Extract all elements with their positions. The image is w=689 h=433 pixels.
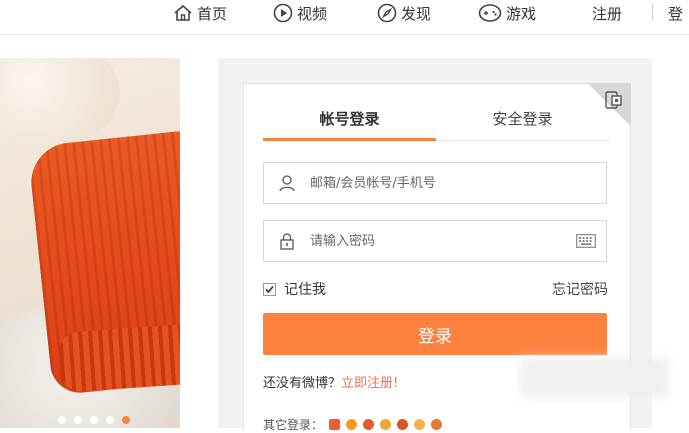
blurred-overlay	[520, 358, 670, 398]
carousel-dots	[58, 416, 130, 424]
nav-video[interactable]: 视频	[273, 0, 327, 26]
carousel-dot-active[interactable]	[122, 416, 130, 424]
nav-register[interactable]: 注册	[592, 0, 622, 26]
nav-video-label: 视频	[297, 4, 328, 23]
forgot-password-link[interactable]: 忘记密码	[552, 279, 608, 299]
social-login-icon[interactable]	[329, 419, 341, 430]
no-account-text: 还没有微博？	[263, 376, 342, 391]
social-login-icon[interactable]	[380, 419, 392, 430]
nav-games-label: 游戏	[506, 4, 537, 23]
nav-register-label: 注册	[592, 4, 623, 23]
social-login-icon[interactable]	[431, 419, 443, 430]
remember-checkbox[interactable]	[263, 282, 276, 296]
remember-me[interactable]: 记住我	[263, 279, 326, 299]
username-field[interactable]	[263, 162, 607, 204]
social-login-icon[interactable]	[346, 419, 358, 430]
home-icon	[174, 4, 192, 21]
username-input[interactable]	[310, 163, 570, 203]
password-field[interactable]	[263, 220, 607, 262]
nav-discover-label: 发现	[401, 4, 432, 23]
fabric-decoration	[0, 58, 120, 148]
tab-secure-login[interactable]: 安全登录	[436, 104, 609, 141]
carousel-dot[interactable]	[74, 416, 82, 424]
top-navigation: 首页 视频 发现 游戏 注册 登	[0, 0, 689, 35]
nav-home-label: 首页	[197, 4, 228, 23]
nav-discover[interactable]: 发现	[377, 0, 431, 26]
checkmark-icon	[265, 285, 274, 293]
tab-account-login[interactable]: 帐号登录	[263, 104, 436, 141]
register-now-link[interactable]: 立即注册!	[341, 376, 398, 391]
gamepad-icon	[478, 4, 502, 22]
social-login-icon[interactable]	[363, 419, 375, 430]
login-button[interactable]: 登录	[263, 313, 607, 355]
nav-games[interactable]: 游戏	[478, 0, 536, 26]
nav-login-label: 登	[668, 4, 684, 23]
carousel-dot[interactable]	[58, 416, 66, 424]
nav-home[interactable]: 首页	[173, 0, 227, 26]
knit-cuff-image	[58, 323, 180, 393]
password-input[interactable]	[310, 221, 570, 261]
hero-carousel-image[interactable]	[0, 58, 180, 428]
nav-divider	[652, 4, 653, 20]
other-login-label: 其它登录：	[263, 418, 324, 432]
lock-icon	[280, 233, 294, 250]
social-login-icon[interactable]	[414, 419, 426, 430]
nav-login[interactable]: 登	[668, 0, 683, 26]
carousel-dot[interactable]	[90, 416, 98, 424]
social-login-icon[interactable]	[397, 419, 409, 430]
login-tabs: 帐号登录 安全登录	[263, 104, 609, 141]
carousel-dot[interactable]	[106, 416, 114, 424]
signup-prompt: 还没有微博？立即注册!	[263, 372, 398, 391]
remember-label: 记住我	[284, 282, 326, 298]
compass-icon	[377, 3, 397, 23]
keyboard-icon[interactable]	[576, 234, 596, 248]
play-icon	[273, 3, 293, 23]
user-icon	[279, 175, 295, 192]
other-login-row: 其它登录：	[263, 416, 443, 433]
